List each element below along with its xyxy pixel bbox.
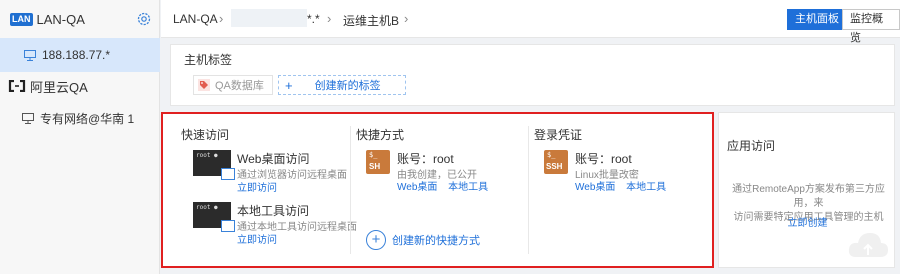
credential-account: 账号：root: [575, 152, 632, 166]
cloud-watermark-icon: [848, 233, 888, 257]
sidebar-header: LAN LAN-QA: [0, 0, 160, 38]
sidebar-item-active-host[interactable]: 188.188.77.*: [0, 38, 160, 72]
credentials-section: 登录凭证 $_ SSH 账号：root Linux批量改密 Web桌面 本地工具: [534, 126, 704, 193]
divider: [528, 126, 529, 254]
breadcrumb-separator-icon: ›: [219, 11, 224, 26]
sidebar-item-label: 专有网络@华南 1: [40, 111, 135, 126]
shortcuts-title: 快捷方式: [356, 128, 405, 142]
breadcrumb-root[interactable]: LAN-QA: [173, 12, 218, 26]
create-shortcut-button[interactable]: + 创建新的快捷方式: [366, 230, 480, 250]
shortcuts-section: 快捷方式 $_ SH 账号：root 由我创建，已公开 Web桌面 本地工具 +…: [356, 126, 526, 250]
local-tool-access: root ● 本地工具访问 通过本地工具访问远程桌面 立即访问: [181, 202, 361, 246]
access-title: 本地工具访问: [237, 204, 310, 218]
tag-chip[interactable]: QA数据库: [193, 75, 273, 95]
create-tag-button[interactable]: + 创建新的标签: [278, 75, 406, 95]
sidebar-item-label: 阿里云QA: [30, 79, 88, 95]
credential-links: Web桌面 本地工具: [575, 178, 674, 193]
web-desktop-link[interactable]: Web桌面: [397, 182, 437, 193]
credential-item: $_ SSH 账号：root Linux批量改密 Web桌面 本地工具: [534, 150, 704, 194]
monitor-icon: [22, 112, 34, 124]
quick-access-section: 快速访问 root ● Web桌面访问 通过浏览器访问远程桌面 立即访问 roo…: [181, 126, 357, 246]
monitor-icon: [24, 49, 36, 61]
breadcrumb-current: 运维主机B: [343, 14, 400, 28]
top-header: LAN-QA › *.* › 运维主机B › 主机面板 监控概览: [161, 0, 900, 44]
breadcrumb-middle[interactable]: *.*: [307, 12, 320, 26]
app-access-title: 应用访问: [727, 139, 776, 153]
shortcut-item: $_ SH 账号：root 由我创建，已公开 Web桌面 本地工具: [356, 150, 526, 194]
sidebar-item-label: 188.188.77.*: [42, 48, 111, 62]
terminal-icon: root ●: [193, 202, 235, 232]
breadcrumb-separator-icon: ›: [327, 11, 332, 26]
tag-icon: [198, 79, 210, 91]
create-shortcut-label: 创建新的快捷方式: [392, 235, 480, 247]
quick-access-title: 快速访问: [181, 128, 230, 142]
access-panel: 快速访问 root ● Web桌面访问 通过浏览器访问远程桌面 立即访问 roo…: [161, 112, 714, 268]
lan-logo-icon: LAN: [10, 12, 33, 26]
access-now-link[interactable]: 立即访问: [237, 231, 277, 246]
access-now-link[interactable]: 立即访问: [237, 179, 277, 194]
tool-badge-icon: [221, 220, 235, 232]
terminal-icon: root ●: [193, 150, 235, 180]
tab-monitor-overview[interactable]: 监控概览: [842, 9, 900, 44]
web-desktop-access: root ● Web桌面访问 通过浏览器访问远程桌面 立即访问: [181, 150, 361, 194]
sidebar-item-aliyun[interactable]: 阿里云QA: [0, 74, 160, 98]
divider: [350, 126, 351, 254]
sidebar-title: LAN-QA: [36, 11, 85, 27]
breadcrumb-separator-icon: ›: [404, 11, 409, 26]
aliyun-logo-icon: [8, 80, 26, 92]
shortcut-account: 账号：root: [397, 152, 454, 166]
plus-icon: +: [285, 77, 293, 93]
plus-circle-icon: +: [366, 230, 386, 250]
sidebar: LAN LAN-QA 188.188.77.* 阿里云QA 专有网络@华南 1: [0, 0, 160, 274]
shortcut-links: Web桌面 本地工具: [397, 178, 496, 193]
tags-title: 主机标签: [184, 53, 233, 67]
gear-icon[interactable]: [136, 11, 152, 27]
app-access-panel: 应用访问 通过RemoteApp方案发布第三方应用，来 访问需要特定应用工具管理…: [718, 112, 895, 268]
redacted-breadcrumb: [231, 9, 307, 27]
browser-badge-icon: [221, 168, 235, 180]
shell-shortcut-icon: $_ SH: [366, 150, 390, 174]
ssh-key-icon: $_ SSH: [544, 150, 568, 174]
create-tag-label: 创建新的标签: [314, 80, 381, 92]
credentials-title: 登录凭证: [534, 128, 583, 142]
host-tags-panel: 主机标签 QA数据库 + 创建新的标签: [170, 44, 895, 106]
access-title: Web桌面访问: [237, 152, 310, 166]
sidebar-item-vpc[interactable]: 专有网络@华南 1: [0, 106, 160, 130]
tag-label: QA数据库: [215, 80, 264, 92]
local-tool-link[interactable]: 本地工具: [448, 182, 488, 193]
tab-host-panel[interactable]: 主机面板: [787, 9, 847, 30]
web-desktop-link[interactable]: Web桌面: [575, 182, 615, 193]
local-tool-link[interactable]: 本地工具: [626, 182, 666, 193]
